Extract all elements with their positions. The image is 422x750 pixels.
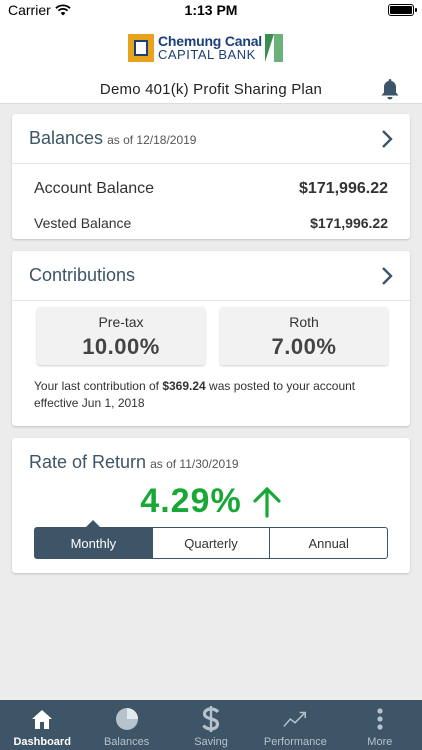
home-icon	[32, 710, 53, 729]
tab-dashboard[interactable]: Dashboard	[0, 700, 84, 750]
tab-more-label: More	[367, 736, 393, 748]
app-header: Chemung Canal CAPITAL BANK Demo 401(k) P…	[0, 20, 422, 104]
tab-saving-label: Saving	[194, 736, 228, 748]
roth-label: Roth	[289, 314, 319, 330]
trend-line-icon	[283, 711, 307, 727]
clock: 1:13 PM	[184, 2, 238, 18]
more-vertical-icon	[377, 708, 383, 730]
account-balance-label: Account Balance	[34, 180, 155, 197]
ror-value-row: 4.29%	[12, 482, 410, 521]
pretax-value: 10.00%	[82, 334, 160, 359]
pie-chart-icon	[115, 708, 138, 730]
arrow-up-icon	[253, 486, 281, 518]
period-selector: Monthly Quarterly Annual	[34, 520, 388, 559]
balances-title: Balances	[29, 128, 104, 148]
contributions-card-header[interactable]: Contributions	[12, 251, 410, 301]
battery-icon	[388, 4, 417, 16]
tab-performance-label: Performance	[263, 736, 327, 748]
plan-title: Demo 401(k) Profit Sharing Plan	[99, 81, 323, 98]
period-monthly-button[interactable]: Monthly	[35, 520, 152, 558]
tab-dashboard-label: Dashboard	[13, 736, 71, 748]
rate-of-return-card: Rate of Return as of 11/30/2019 4.29% Mon…	[12, 438, 410, 573]
chevron-right-icon[interactable]	[380, 129, 394, 149]
pretax-box: Pre-tax 10.00%	[37, 307, 205, 365]
ror-title: Rate of Return	[29, 452, 147, 472]
vested-balance-row: Vested Balance $171,996.22	[34, 215, 388, 231]
period-annual-button[interactable]: Annual	[269, 528, 387, 558]
roth-box: Roth 7.00%	[220, 307, 388, 365]
contributions-card[interactable]: Contributions Pre-tax 10.00% Roth 7.00% …	[12, 251, 410, 426]
tab-bar: Dashboard Balances Saving Performance Mo…	[0, 700, 422, 750]
pretax-label: Pre-tax	[98, 314, 144, 330]
status-bar: Carrier 1:13 PM	[0, 0, 422, 20]
tab-more[interactable]: More	[338, 700, 422, 750]
tab-performance[interactable]: Performance	[253, 700, 337, 750]
chevron-right-icon[interactable]	[380, 266, 394, 286]
tab-saving[interactable]: Saving	[169, 700, 253, 750]
balances-card-header[interactable]: Balances as of 12/18/2019	[12, 114, 410, 164]
roth-value: 7.00%	[271, 334, 337, 359]
tab-balances-label: Balances	[103, 736, 150, 748]
last-contribution-note: Your last contribution of $369.24 was po…	[34, 379, 356, 410]
logo-line-2: CAPITAL BANK	[158, 47, 256, 62]
vested-balance-label: Vested Balance	[34, 215, 132, 231]
logo-leaf-icon	[264, 34, 283, 62]
last-contribution-amount: $369.24	[162, 379, 206, 393]
account-balance-row: Account Balance $171,996.22	[34, 180, 388, 198]
vested-balance-value: $171,996.22	[310, 215, 388, 231]
ror-as-of: as of 11/30/2019	[150, 457, 239, 471]
tab-balances[interactable]: Balances	[84, 700, 168, 750]
dollar-icon	[202, 706, 220, 732]
balances-as-of: as of 12/18/2019	[107, 133, 197, 147]
balances-card[interactable]: Balances as of 12/18/2019 Account Balance…	[12, 114, 410, 239]
period-quarterly-button[interactable]: Quarterly	[151, 528, 270, 558]
bank-logo: Chemung Canal CAPITAL BANK	[128, 34, 283, 62]
account-balance-value: $171,996.22	[299, 180, 388, 197]
logo-mark-icon	[128, 34, 154, 62]
ror-value: 4.29%	[140, 482, 242, 520]
bell-icon[interactable]	[380, 78, 400, 100]
contributions-title: Contributions	[29, 265, 136, 285]
